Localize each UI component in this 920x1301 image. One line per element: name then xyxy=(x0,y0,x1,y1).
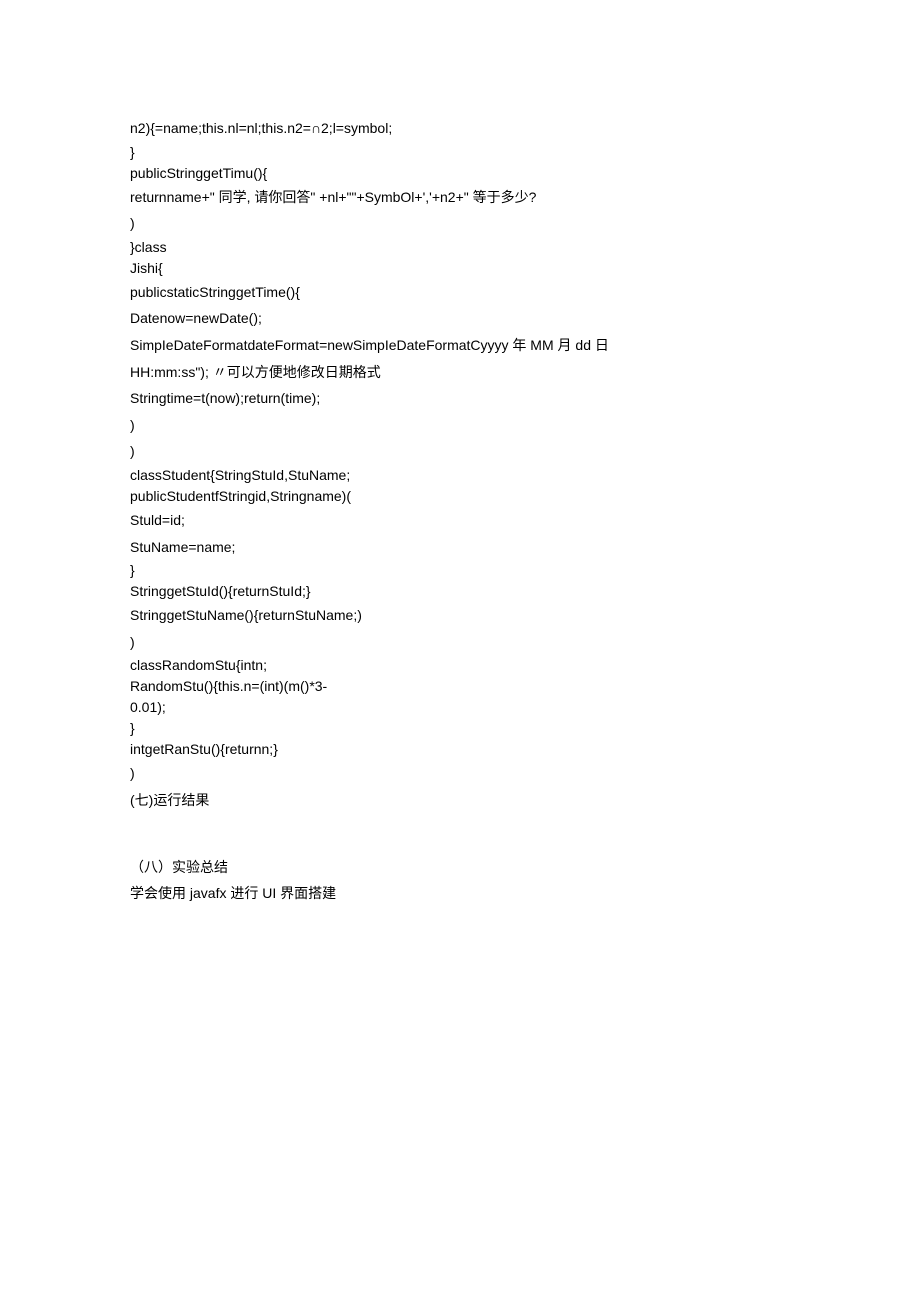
code-line: publicstaticStringgetTime(){ xyxy=(130,279,790,306)
code-line: classStudent{StringStuId,StuName; public… xyxy=(130,465,790,507)
code-line: ) xyxy=(130,412,790,439)
code-line: Stringtime=t(now);return(time); xyxy=(130,385,790,412)
code-line: returnname+" 同学, 请你回答" +nl+""+SymbOl+','… xyxy=(130,184,790,211)
code-line: （八）实验总结 xyxy=(130,854,790,881)
code-line: Stuld=id; xyxy=(130,507,790,534)
code-line: } StringgetStuId(){returnStuId;} xyxy=(130,560,790,602)
code-line: classRandomStu{intn; RandomStu(){this.n=… xyxy=(130,655,790,718)
code-line: ) xyxy=(130,760,790,787)
code-line: SimpIeDateFormatdateFormat=newSimpIeDate… xyxy=(130,332,790,359)
code-line: } publicStringgetTimu(){ xyxy=(130,142,790,184)
code-line: }class Jishi{ xyxy=(130,237,790,279)
code-line: StuName=name; xyxy=(130,534,790,561)
code-line: } intgetRanStu(){returnn;} xyxy=(130,718,790,760)
code-line: ) xyxy=(130,438,790,465)
document-body: n2){=name;this.nl=nl;this.n2=∩2;l=symbol… xyxy=(130,115,790,907)
code-line: HH:mm:ss"); 〃可以方便地修改日期格式 xyxy=(130,359,790,386)
code-line: ) xyxy=(130,629,790,656)
code-line: StringgetStuName(){returnStuName;) xyxy=(130,602,790,629)
code-line: (七)运行结果 xyxy=(130,787,790,814)
code-line: ) xyxy=(130,210,790,237)
code-line: 学会使用 javafx 进行 UI 界面搭建 xyxy=(130,880,790,907)
code-line: Datenow=newDate(); xyxy=(130,305,790,332)
code-line: n2){=name;this.nl=nl;this.n2=∩2;l=symbol… xyxy=(130,115,790,142)
